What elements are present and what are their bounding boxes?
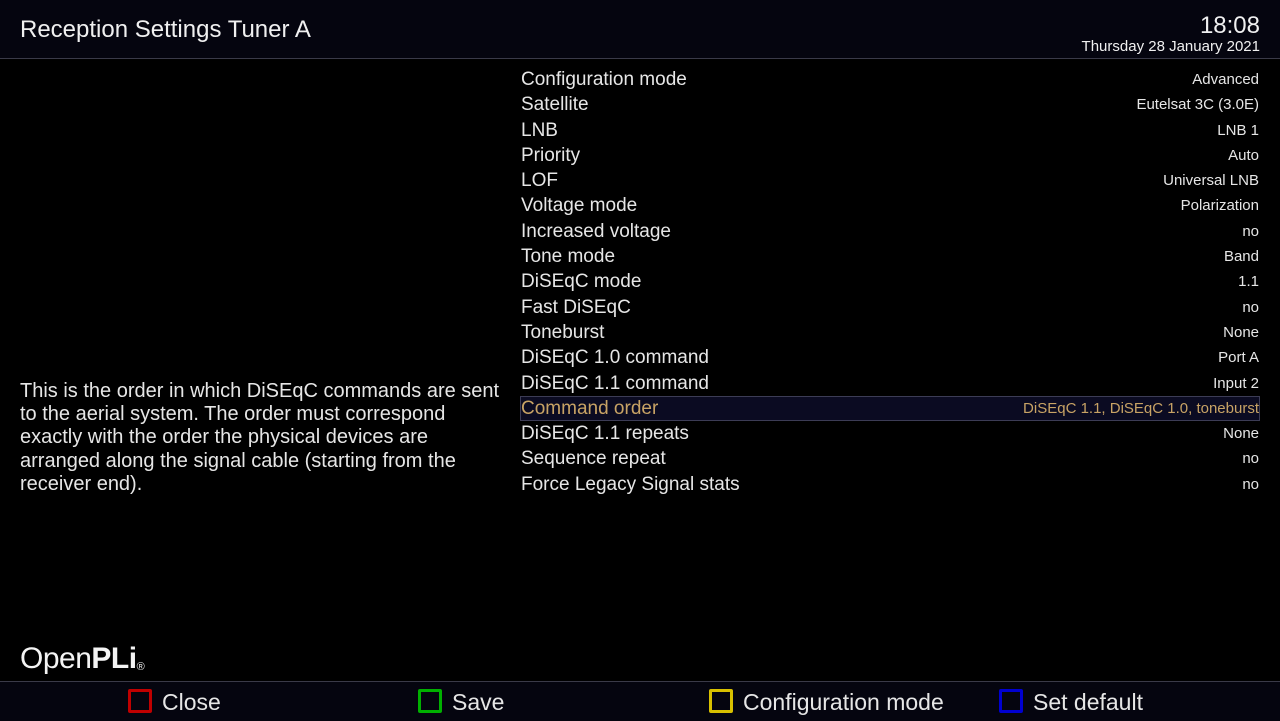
registered-mark: ® [136,661,145,673]
setting-label: DiSEqC 1.0 command [521,347,709,369]
setting-label: Satellite [521,94,589,116]
logo-text-open: Open [20,642,92,675]
setting-value[interactable]: no [1242,446,1259,471]
clock: 18:08 [1199,12,1260,39]
setting-label: Configuration mode [521,69,687,90]
setting-label: Fast DiSEqC [521,296,631,318]
set-default-label: Set default [1033,689,1143,715]
logo-text-pli: PLi [91,642,137,675]
setting-row[interactable]: DiSEqC 1.1 repeats None [520,421,1260,446]
date: Thursday 28 January 2021 [1081,38,1260,55]
setting-row[interactable]: Command order DiSEqC 1.1, DiSEqC 1.0, ton… [520,395,1260,422]
setting-row[interactable]: LOF Universal LNB [520,168,1260,193]
setting-label: DiSEqC mode [521,271,642,293]
setting-value[interactable]: Advanced [1192,67,1259,92]
setting-value[interactable]: Port A [1218,345,1259,370]
setting-label: DiSEqC 1.1 command [521,372,709,394]
setting-row[interactable]: Priority Auto [520,143,1260,168]
setting-label: Increased voltage [521,220,671,242]
setting-row[interactable]: LNB LNB 1 [520,118,1260,143]
setting-row[interactable]: DiSEqC mode 1.1 [520,269,1260,294]
setting-row[interactable]: Fast DiSEqC no [520,295,1260,320]
setting-value[interactable]: no [1242,472,1259,497]
blue-key-icon [999,689,1023,713]
setting-value[interactable]: 1.1 [1238,269,1259,294]
setting-description: This is the order in which DiSEqC comman… [20,380,500,495]
setting-value[interactable]: no [1242,295,1259,320]
configuration-mode-label: Configuration mode [743,689,944,715]
setting-value[interactable]: Polarization [1181,193,1259,218]
setting-label: Tone mode [521,246,616,268]
setting-label: LOF [521,170,558,192]
settings-list: Configuration mode Advanced Satellite Eutel… [520,67,1260,497]
setting-value[interactable]: None [1223,320,1259,345]
setting-value[interactable]: Eutelsat 3C (3.0E) [1136,92,1259,117]
setting-row[interactable]: Force Legacy Signal stats no [520,472,1260,497]
setting-row[interactable]: Sequence repeat no [520,446,1260,471]
setting-value[interactable]: None [1223,421,1259,446]
setting-label: Force Legacy Signal stats [521,473,740,495]
setting-row[interactable]: DiSEqC 1.1 command Input 2 [520,371,1260,396]
setting-label: Sequence repeat [521,448,666,470]
close-label: Close [162,689,221,715]
setting-value[interactable]: Input 2 [1213,371,1259,396]
setting-row[interactable]: Voltage mode Polarization [520,193,1260,218]
green-key-icon [418,689,442,713]
setting-label: Priority [521,144,581,166]
setting-value[interactable]: no [1242,219,1259,244]
yellow-key-icon [709,689,733,713]
setting-label: Toneburst [521,321,605,343]
setting-row[interactable]: Increased voltage no [520,219,1260,244]
setting-label: DiSEqC 1.1 repeats [521,423,689,445]
setting-value[interactable]: DiSEqC 1.1, DiSEqC 1.0, toneburst [1023,397,1259,420]
red-key-icon [128,689,152,713]
setting-value[interactable]: Auto [1228,143,1259,168]
setting-value[interactable]: Band [1224,244,1259,269]
setting-row[interactable]: Toneburst None [520,320,1260,345]
setting-value[interactable]: Universal LNB [1163,168,1259,193]
setting-row[interactable]: Configuration mode Advanced [520,67,1260,92]
setting-row[interactable]: Satellite Eutelsat 3C (3.0E) [520,92,1260,117]
setting-label: Command order [521,397,659,419]
setting-label: LNB [521,119,558,141]
header-bar: Reception Settings Tuner A 18:08 Thursda… [0,0,1280,59]
save-label: Save [452,689,505,715]
setting-label: Voltage mode [521,195,638,217]
setting-row[interactable]: DiSEqC 1.0 command Port A [520,345,1260,370]
screen-title: Reception Settings Tuner A [20,16,311,43]
setting-row[interactable]: Tone mode Band [520,244,1260,269]
openpli-logo: OpenPLi® [20,642,145,676]
setting-value[interactable]: LNB 1 [1217,118,1259,143]
footer-bar: Close Save Configuration mode Set defaul… [0,681,1280,721]
